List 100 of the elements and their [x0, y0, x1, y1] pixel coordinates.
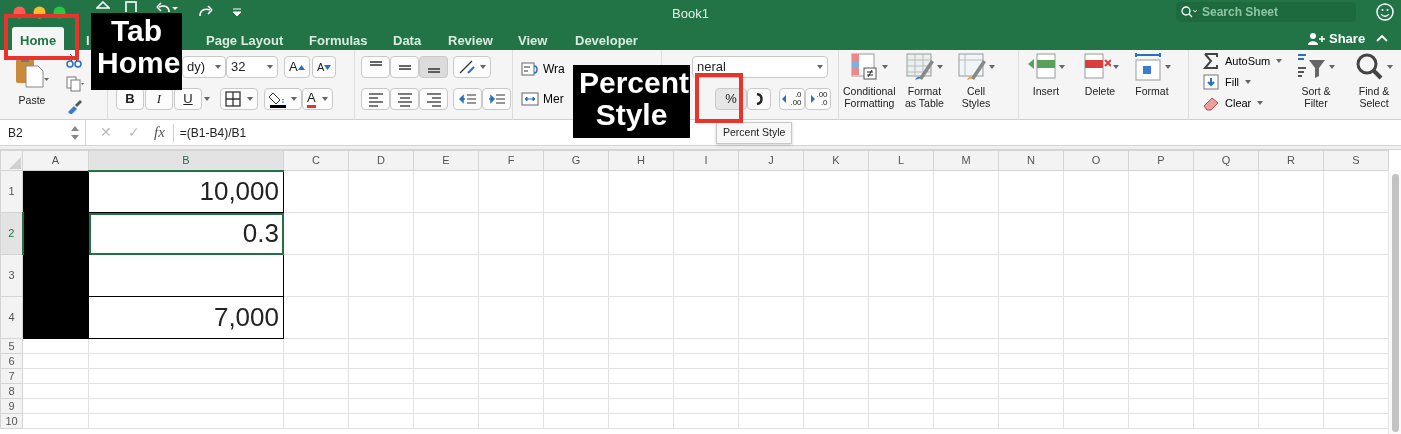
name-box[interactable]: B2 — [0, 119, 86, 146]
decimal-label: .0 — [793, 91, 802, 99]
align-icon — [369, 61, 382, 66]
column-header[interactable]: L — [868, 150, 934, 171]
insert-button[interactable]: Insert — [1027, 52, 1065, 97]
ribbon-tab[interactable]: Developer — [567, 27, 646, 50]
center-align-button[interactable] — [390, 88, 419, 110]
caret-icon — [291, 97, 297, 101]
ribbon-tab[interactable]: Formulas — [301, 27, 376, 50]
cell-styles-button[interactable]: Cell Styles — [957, 52, 995, 109]
ribbon-tab[interactable]: View — [510, 27, 556, 50]
bold-button[interactable]: B — [116, 88, 144, 110]
column-header[interactable]: G — [543, 150, 609, 171]
caret-icon — [989, 65, 995, 69]
format-button[interactable]: Format — [1133, 52, 1171, 97]
smiley-icon[interactable] — [1376, 3, 1394, 21]
column-header[interactable]: P — [1128, 150, 1194, 171]
table-brush-icon — [905, 52, 936, 82]
right-align-button[interactable] — [419, 88, 448, 110]
decimal-label: .00 — [790, 99, 802, 107]
decimal-label: .0 — [819, 99, 828, 107]
autosum-button[interactable]: AutoSum — [1203, 53, 1283, 70]
row-header[interactable]: 2 — [0, 212, 23, 255]
fill-button[interactable]: Fill — [1203, 74, 1252, 91]
wrap-text-button[interactable]: Wra — [521, 60, 565, 78]
dropdown-icon[interactable] — [232, 8, 242, 16]
column-header[interactable]: H — [608, 150, 674, 171]
italic-button[interactable]: I — [145, 88, 173, 110]
window-title: Book1 — [672, 5, 709, 23]
row-header[interactable]: 4 — [0, 296, 23, 339]
clear-button[interactable]: Clear — [1203, 95, 1264, 112]
insert-function-button[interactable]: fx — [154, 121, 165, 144]
column-header[interactable]: Q — [1193, 150, 1259, 171]
comma-style-button[interactable] — [747, 88, 771, 110]
search-field[interactable]: Search Sheet — [1176, 2, 1356, 22]
brush-icon[interactable] — [66, 98, 82, 114]
column-header[interactable]: N — [998, 150, 1064, 171]
search-icon — [1181, 6, 1197, 18]
column-header[interactable]: R — [1258, 150, 1324, 171]
underline-button[interactable]: U — [174, 88, 202, 110]
shrink-font-button[interactable]: A — [312, 56, 337, 78]
paste-button[interactable]: Paste — [14, 56, 50, 106]
increase-indent-button[interactable] — [482, 88, 511, 110]
save-icon[interactable] — [125, 1, 137, 12]
column-header[interactable]: F — [478, 150, 544, 171]
font-size-field[interactable]: 32 — [226, 56, 278, 78]
top-align-button[interactable] — [361, 56, 390, 78]
undo-icon[interactable] — [155, 1, 179, 12]
scissors-icon[interactable] — [66, 54, 82, 68]
collapse-icon[interactable] — [1376, 34, 1388, 42]
ribbon-tab[interactable]: Review — [440, 27, 501, 50]
paint-bucket-icon — [269, 90, 287, 108]
font-name-field[interactable]: dy) — [182, 56, 227, 78]
bottom-align-button[interactable] — [419, 56, 448, 78]
merge-button[interactable]: Mer — [521, 90, 564, 108]
ribbon-tab[interactable]: Page Layout — [198, 27, 292, 50]
borders-button[interactable] — [220, 88, 258, 110]
delete-button[interactable]: Delete — [1081, 52, 1119, 97]
scrollbar-thumb[interactable] — [1392, 174, 1399, 432]
sort-filter-button[interactable]: Sort & Filter — [1297, 52, 1335, 109]
conditional-formatting-button[interactable]: Conditional Formatting — [843, 52, 896, 109]
left-align-button[interactable] — [361, 88, 390, 110]
column-header[interactable]: O — [1063, 150, 1129, 171]
decrease-indent-button[interactable] — [453, 88, 482, 110]
row-header[interactable]: 3 — [0, 254, 23, 297]
row-header[interactable]: 1 — [0, 170, 23, 213]
column-header[interactable]: A — [22, 150, 89, 171]
decrease-decimal-button[interactable]: .00 .0 — [805, 88, 831, 110]
copy-icon[interactable] — [66, 76, 84, 92]
middle-align-button[interactable] — [390, 56, 419, 78]
column-header[interactable]: J — [738, 150, 804, 171]
increase-decimal-button[interactable]: .0 .00 — [779, 88, 805, 110]
orientation-button[interactable] — [453, 56, 491, 78]
column-header[interactable]: S — [1323, 150, 1389, 171]
caret-icon[interactable] — [204, 97, 210, 101]
share-button[interactable]: Share — [1300, 27, 1374, 50]
column-header[interactable]: E — [413, 150, 479, 171]
column-header[interactable]: M — [933, 150, 999, 171]
redo-icon[interactable] — [198, 4, 214, 18]
font-color-button[interactable]: A — [302, 88, 333, 110]
zoom-button[interactable] — [53, 6, 66, 19]
number-format-field[interactable]: neral — [692, 56, 828, 78]
column-header[interactable]: B — [88, 150, 284, 171]
find-select-button[interactable]: Find & Select — [1355, 52, 1393, 109]
format-as-table-button[interactable]: Format as Table — [905, 52, 944, 109]
column-header[interactable]: C — [283, 150, 349, 171]
magnifier-icon — [1355, 52, 1385, 82]
column-header[interactable]: D — [348, 150, 414, 171]
caret-icon — [817, 65, 823, 69]
caret-icon — [1257, 101, 1264, 106]
minimize-button[interactable] — [33, 6, 46, 19]
house-icon[interactable] — [96, 1, 110, 12]
fill-color-button[interactable] — [264, 88, 302, 110]
column-header[interactable]: K — [803, 150, 869, 171]
ribbon-tab[interactable]: Home — [12, 27, 65, 50]
ribbon-tab[interactable]: I — [78, 27, 90, 50]
grow-font-button[interactable]: A — [284, 56, 310, 78]
stepper-icon — [71, 125, 79, 140]
ribbon-tab[interactable]: Data — [385, 27, 430, 50]
column-header[interactable]: I — [673, 150, 739, 171]
